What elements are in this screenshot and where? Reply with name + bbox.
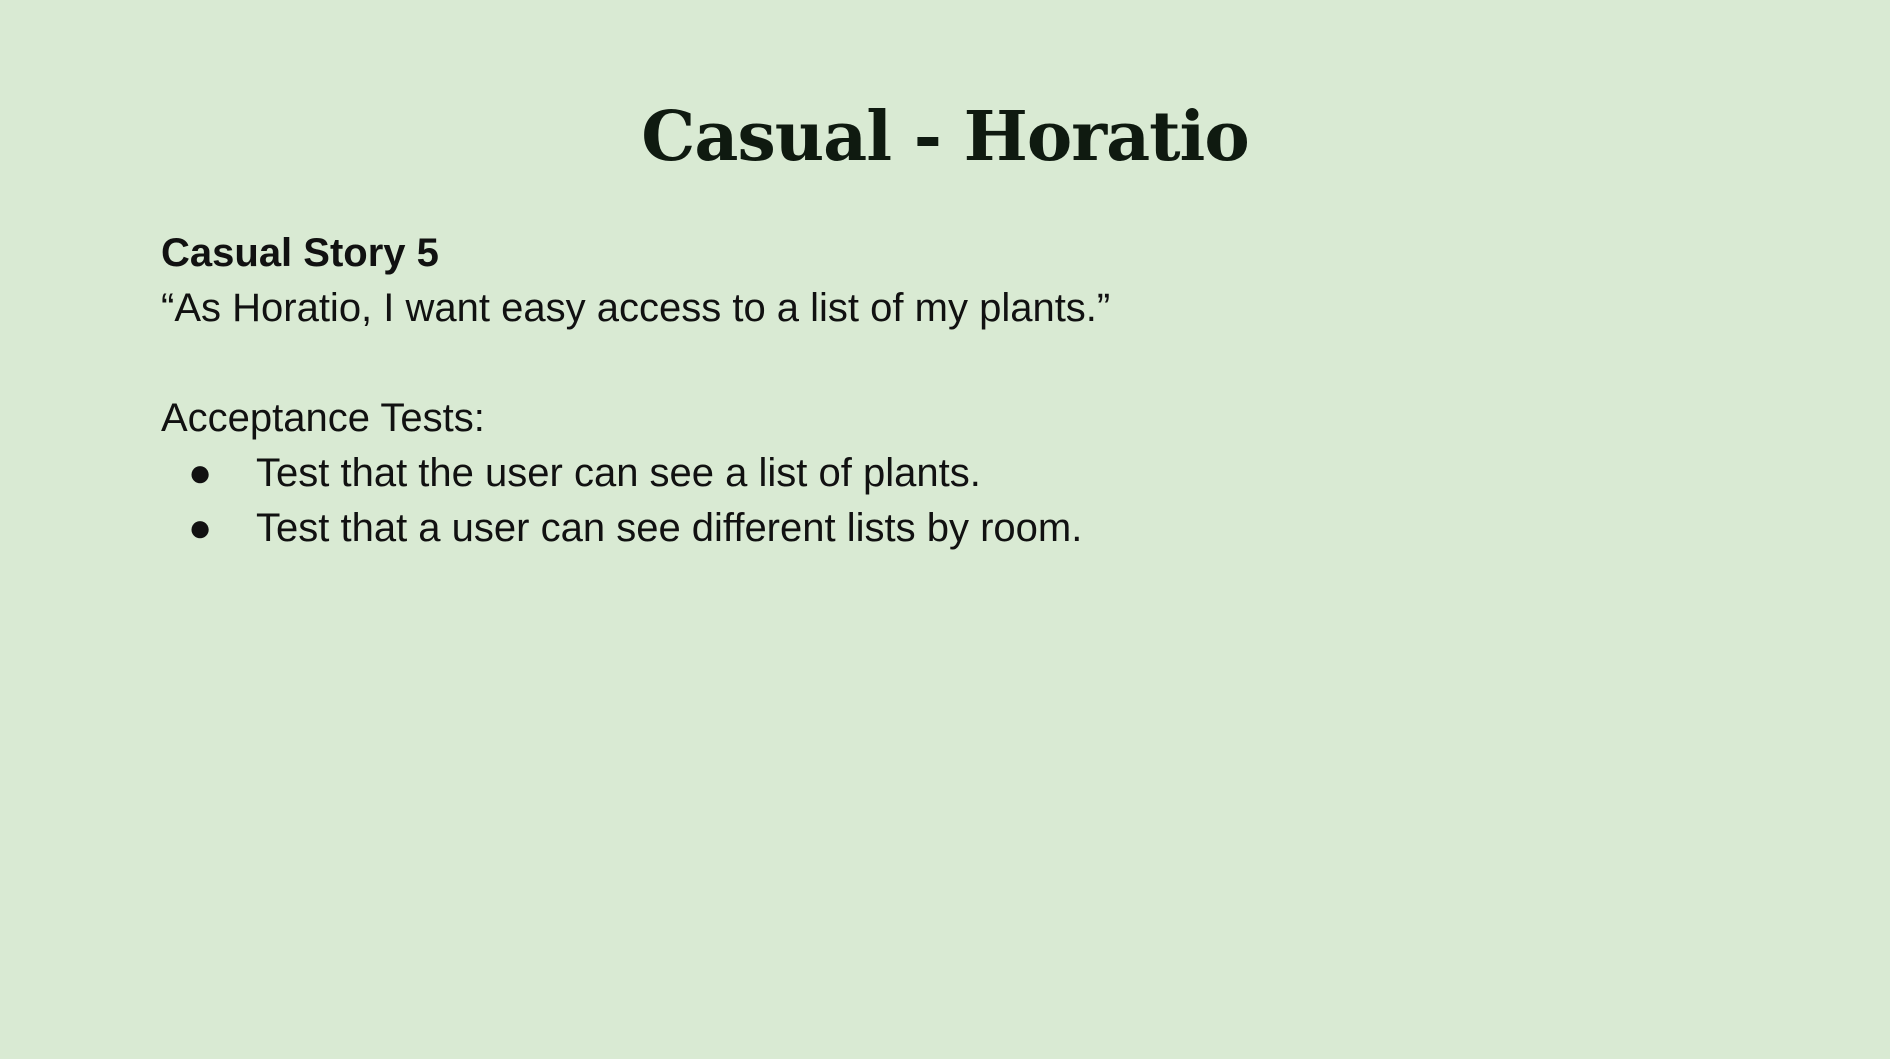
story-quote: “As Horatio, I want easy access to a lis… bbox=[161, 286, 1111, 330]
list-item: ● Test that a user can see different lis… bbox=[161, 501, 1661, 556]
bullet-icon: ● bbox=[188, 451, 213, 495]
acceptance-tests-label: Acceptance Tests: bbox=[161, 396, 485, 440]
test-item-text: Test that a user can see different lists… bbox=[256, 506, 1083, 550]
acceptance-tests-list: ● Test that the user can see a list of p… bbox=[161, 446, 1661, 556]
list-item: ● Test that the user can see a list of p… bbox=[161, 446, 1661, 501]
story-heading: Casual Story 5 bbox=[161, 231, 439, 275]
bullet-icon: ● bbox=[188, 506, 213, 550]
slide: Casual - Horatio Casual Story 5 “As Hora… bbox=[0, 0, 1890, 1059]
slide-body: Casual Story 5 “As Horatio, I want easy … bbox=[161, 226, 1661, 556]
test-item-text: Test that the user can see a list of pla… bbox=[256, 451, 981, 495]
slide-title: Casual - Horatio bbox=[641, 97, 1249, 177]
